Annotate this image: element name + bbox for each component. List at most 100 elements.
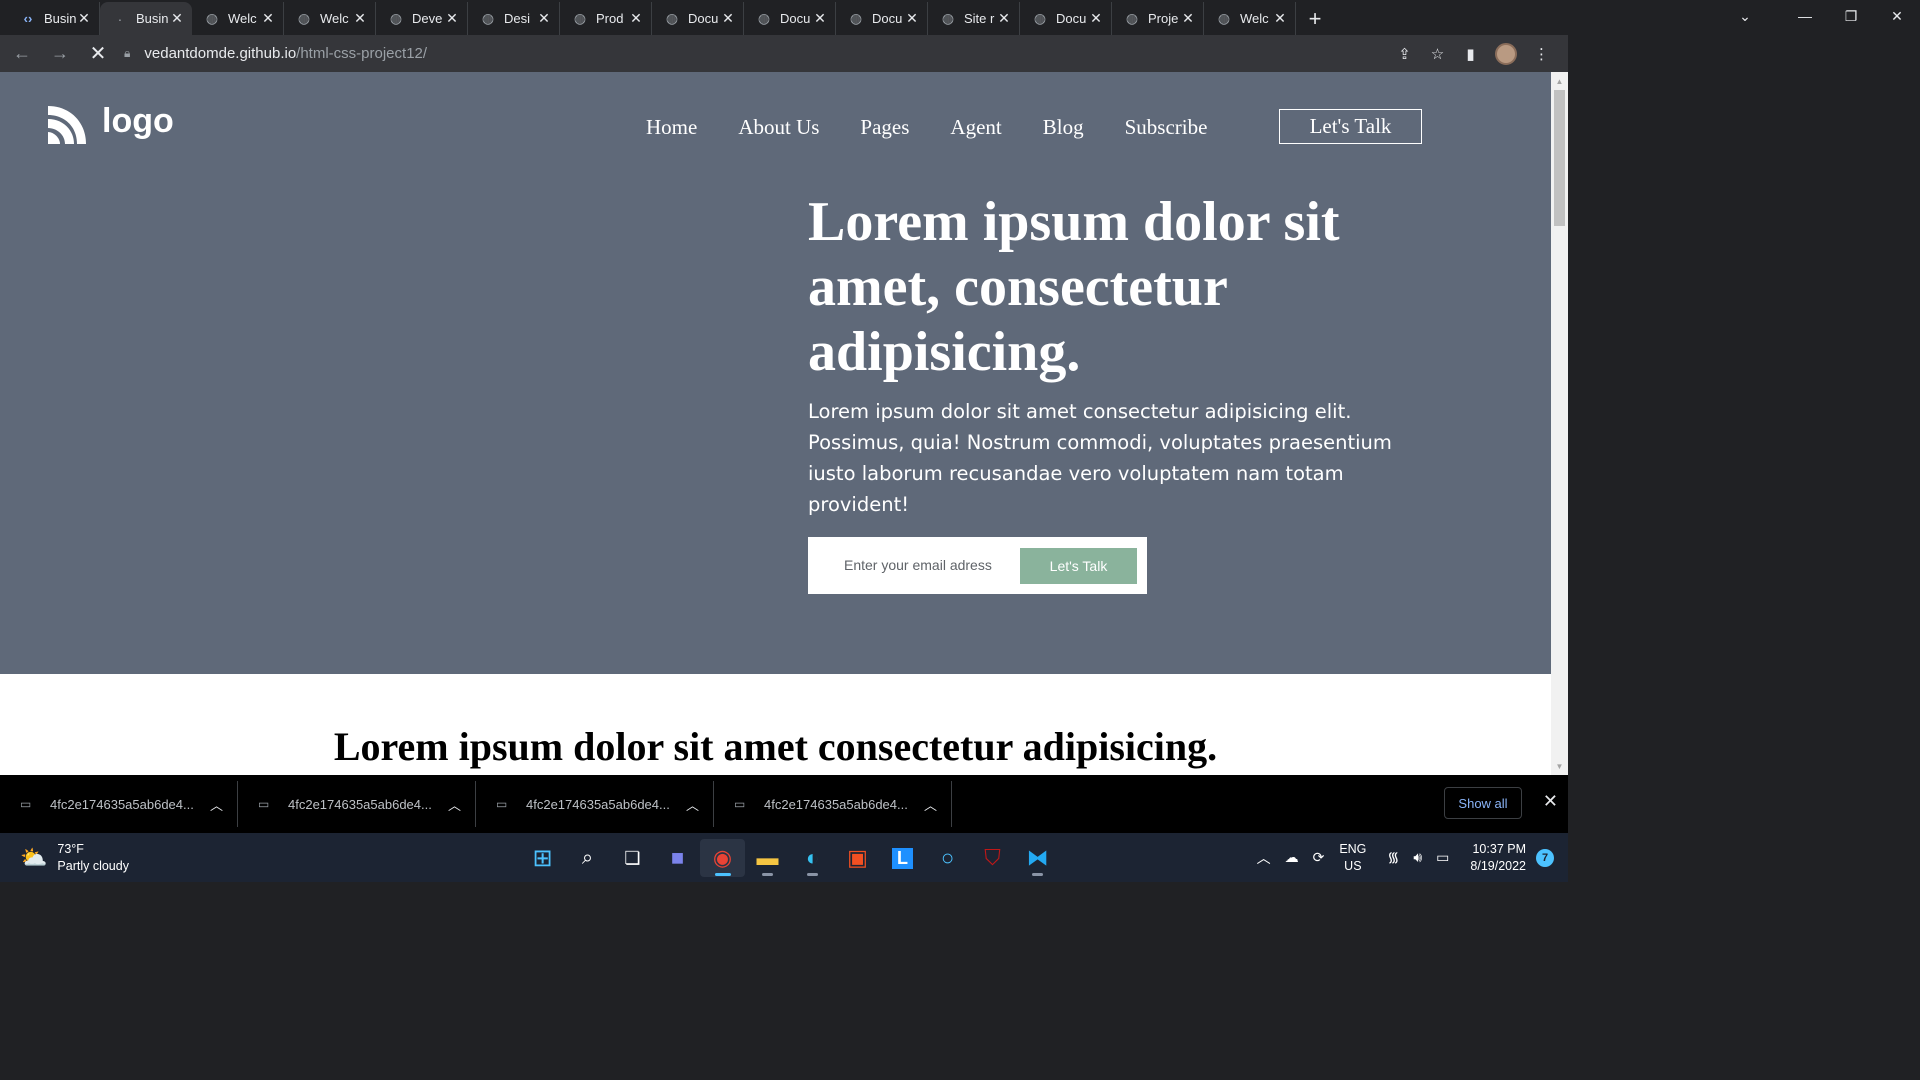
onedrive-icon[interactable]: ☁ <box>1285 849 1299 866</box>
download-item[interactable]: ▭ 4fc2e174635a5ab6de4... ︿ <box>0 781 238 827</box>
profile-avatar[interactable] <box>1495 42 1517 65</box>
browser-tab[interactable]: ◍ Proje ✕ <box>1112 2 1204 35</box>
close-tab-icon[interactable]: ✕ <box>261 10 275 27</box>
weather-widget[interactable]: ⛅ 73°F Partly cloudy <box>20 841 129 875</box>
close-tab-icon[interactable]: ✕ <box>629 10 643 27</box>
globe-icon: ◍ <box>941 10 955 26</box>
chevron-up-icon[interactable]: ︿ <box>924 795 937 814</box>
chevron-up-icon[interactable]: ︿ <box>686 795 699 814</box>
vscode-icon[interactable]: ⧓ <box>1015 839 1060 877</box>
l-app-icon[interactable]: L <box>880 839 925 877</box>
browser-tab[interactable]: ◍ Docu ✕ <box>652 2 744 35</box>
tab-title: Desi <box>504 11 531 26</box>
bookmark-star-icon[interactable]: ☆ <box>1421 39 1454 69</box>
browser-tab[interactable]: ◍ Desi ✕ <box>468 2 560 35</box>
page-scrollbar[interactable]: ▲ ▼ <box>1551 72 1568 775</box>
teams-chat-icon[interactable]: ■ <box>655 839 700 877</box>
battery-icon[interactable]: ▭ <box>1436 849 1449 866</box>
cortana-icon[interactable]: ○ <box>925 839 970 877</box>
browser-tab[interactable]: ◍ Docu ✕ <box>836 2 928 35</box>
globe-icon: ◍ <box>1125 10 1139 26</box>
browser-tab[interactable]: ◍ Prod ✕ <box>560 2 652 35</box>
wifi-icon[interactable]: ᯾ <box>1387 848 1399 867</box>
microsoft-store-icon[interactable]: ▣ <box>835 839 880 877</box>
close-tab-icon[interactable]: ✕ <box>445 10 459 27</box>
close-tab-icon[interactable]: ✕ <box>77 10 91 27</box>
logo[interactable]: logo <box>46 102 174 146</box>
notification-badge[interactable]: 7 <box>1536 848 1554 867</box>
chevron-up-icon[interactable]: ︿ <box>1257 848 1271 868</box>
browser-tab[interactable]: · Busin ✕ <box>100 2 192 35</box>
close-tab-icon[interactable]: ✕ <box>1181 10 1195 27</box>
close-tab-icon[interactable]: ✕ <box>813 10 827 27</box>
nav-link-pages[interactable]: Pages <box>860 115 909 140</box>
logo-text: logo <box>102 101 174 140</box>
chevron-up-icon[interactable]: ︿ <box>448 795 461 814</box>
close-tab-icon[interactable]: ✕ <box>1273 10 1287 27</box>
start-windows-icon[interactable]: ⊞ <box>520 839 565 877</box>
email-submit-button[interactable]: Let's Talk <box>1020 548 1137 584</box>
restore-button[interactable]: ❐ <box>1828 0 1874 32</box>
lets-talk-button[interactable]: Let's Talk <box>1279 109 1422 144</box>
browser-tab[interactable]: ◍ Deve ✕ <box>376 2 468 35</box>
windows-taskbar: ⛅ 73°F Partly cloudy ⊞ ⌕ ❏ ■ ◉ ▬ ◐ ▣ L ○… <box>0 833 1568 882</box>
globe-icon: ◍ <box>573 10 587 26</box>
nav-link-about-us[interactable]: About Us <box>738 115 819 140</box>
menu-kebab-icon[interactable]: ⋮ <box>1525 39 1558 69</box>
scrollbar-thumb[interactable] <box>1554 90 1565 226</box>
download-item[interactable]: ▭ 4fc2e174635a5ab6de4... ︿ <box>238 781 476 827</box>
globe-icon: ◍ <box>297 10 311 26</box>
email-input[interactable] <box>826 550 1011 580</box>
close-tab-icon[interactable]: ✕ <box>170 10 184 27</box>
browser-tab[interactable]: ‹› Busin ✕ <box>8 2 100 35</box>
search-icon[interactable]: ⌕ <box>565 839 610 877</box>
share-icon[interactable]: ⇪ <box>1388 39 1421 69</box>
mcafee-icon[interactable]: ⛉ <box>970 839 1015 877</box>
logo-mark-icon <box>48 106 86 144</box>
edge-icon[interactable]: ◐ <box>790 839 835 877</box>
browser-tab[interactable]: ◍ Welc ✕ <box>284 2 376 35</box>
close-tab-icon[interactable]: ✕ <box>721 10 735 27</box>
tab-title: Deve <box>412 11 443 26</box>
browser-tab[interactable]: ◍ Docu ✕ <box>744 2 836 35</box>
close-tab-icon[interactable]: ✕ <box>537 10 551 27</box>
download-item[interactable]: ▭ 4fc2e174635a5ab6de4... ︿ <box>714 781 952 827</box>
scroll-up-arrow-icon[interactable]: ▲ <box>1551 74 1568 88</box>
forward-button[interactable]: → <box>44 38 76 70</box>
browser-tab[interactable]: ◍ Docu ✕ <box>1020 2 1112 35</box>
new-tab-button[interactable]: + <box>1300 4 1330 34</box>
download-item[interactable]: ▭ 4fc2e174635a5ab6de4... ︿ <box>476 781 714 827</box>
image-file-icon: ▭ <box>734 797 746 811</box>
tab-search-icon[interactable]: ⌄ <box>1722 0 1768 32</box>
back-button[interactable]: ← <box>6 38 38 70</box>
close-window-button[interactable]: ✕ <box>1874 0 1920 32</box>
file-explorer-icon[interactable]: ▬ <box>745 839 790 877</box>
volume-icon[interactable]: 🔊︎ <box>1413 849 1422 866</box>
close-tab-icon[interactable]: ✕ <box>1089 10 1103 27</box>
close-tab-icon[interactable]: ✕ <box>997 10 1011 27</box>
browser-tab[interactable]: ◍ Welc ✕ <box>192 2 284 35</box>
sync-icon[interactable]: ⟳ <box>1313 849 1325 866</box>
chrome-icon[interactable]: ◉ <box>700 839 745 877</box>
tab-title: Busin <box>136 11 169 26</box>
clock[interactable]: 10:37 PM 8/19/2022 <box>1470 841 1526 875</box>
task-view-icon[interactable]: ❏ <box>610 839 655 877</box>
nav-link-agent[interactable]: Agent <box>950 115 1001 140</box>
show-all-downloads-button[interactable]: Show all <box>1444 787 1522 819</box>
nav-link-home[interactable]: Home <box>646 115 697 140</box>
scroll-down-arrow-icon[interactable]: ▼ <box>1551 759 1568 773</box>
url-host: vedantdomde.github.io <box>144 45 297 62</box>
address-bar[interactable]: 🔒︎ vedantdomde.github.io/html-css-projec… <box>124 39 1388 69</box>
close-tab-icon[interactable]: ✕ <box>905 10 919 27</box>
browser-tab[interactable]: ◍ Site r ✕ <box>928 2 1020 35</box>
stop-loading-button[interactable]: ✕ <box>82 38 114 70</box>
language-indicator[interactable]: ENG US <box>1339 841 1366 875</box>
nav-link-subscribe[interactable]: Subscribe <box>1125 115 1208 140</box>
minimize-button[interactable]: — <box>1782 0 1828 32</box>
nav-link-blog[interactable]: Blog <box>1043 115 1084 140</box>
chevron-up-icon[interactable]: ︿ <box>210 795 223 814</box>
browser-tab[interactable]: ◍ Welc ✕ <box>1204 2 1296 35</box>
close-tab-icon[interactable]: ✕ <box>353 10 367 27</box>
close-shelf-icon[interactable]: ✕ <box>1543 791 1558 812</box>
side-panel-icon[interactable]: ▮ <box>1454 39 1487 69</box>
